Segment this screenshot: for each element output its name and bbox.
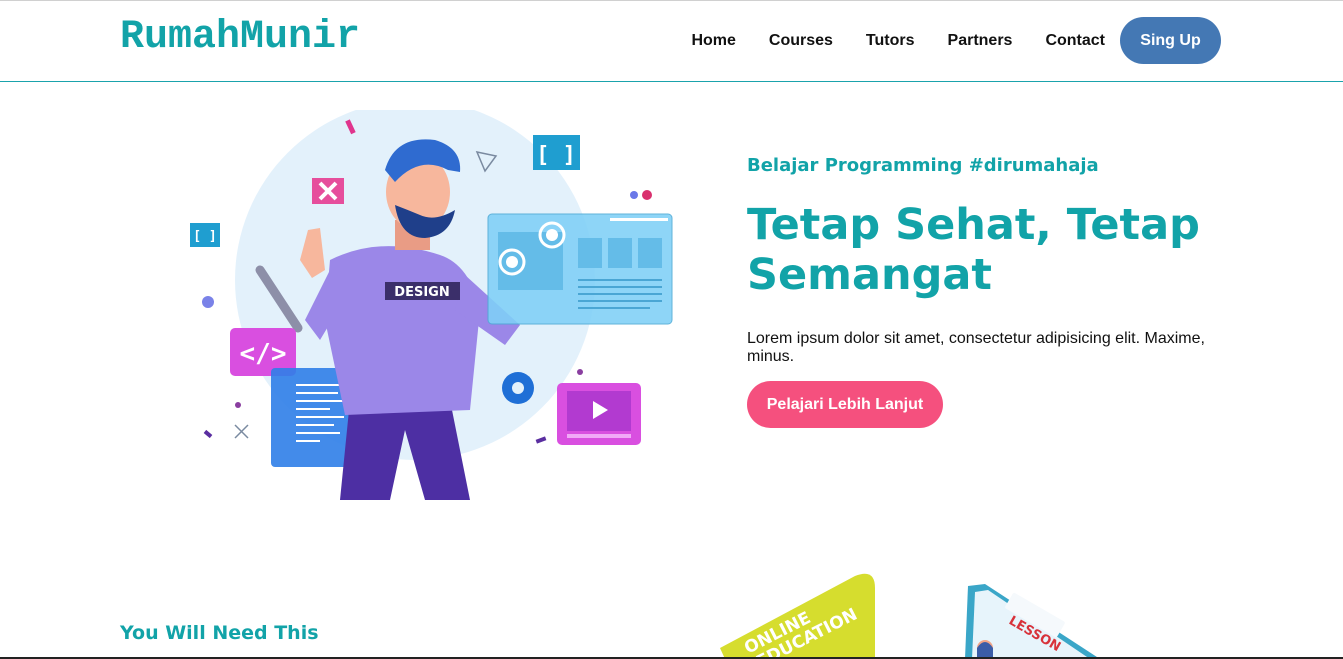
svg-text:</>: </> bbox=[240, 339, 287, 369]
svg-text:[ ]: [ ] bbox=[193, 229, 216, 244]
nav-courses[interactable]: Courses bbox=[769, 32, 833, 50]
section-heading: You Will Need This bbox=[120, 622, 319, 644]
nav-contact[interactable]: Contact bbox=[1045, 32, 1105, 50]
learn-more-button[interactable]: Pelajari Lebih Lanjut bbox=[747, 381, 943, 428]
hero-subtitle: Belajar Programming #dirumahaja bbox=[747, 155, 1099, 176]
site-header: RumahMunir Home Courses Tutors Partners … bbox=[0, 1, 1343, 82]
site-logo[interactable]: RumahMunir bbox=[120, 15, 360, 60]
hero-illustration: [ ] [ ] </> DESIGN bbox=[190, 110, 673, 500]
design-badge-text: DESIGN bbox=[394, 285, 449, 300]
nav-home[interactable]: Home bbox=[691, 32, 735, 50]
section-illustration: ONLINE EDUCATION LESSON bbox=[720, 573, 1100, 659]
hero-title: Tetap Sehat, Tetap Semangat bbox=[747, 200, 1200, 300]
main-nav: Home Courses Tutors Partners Contact Sin… bbox=[691, 17, 1221, 64]
hero-description: Lorem ipsum dolor sit amet, consectetur … bbox=[747, 330, 1205, 365]
signup-button[interactable]: Sing Up bbox=[1120, 17, 1221, 64]
nav-tutors[interactable]: Tutors bbox=[866, 32, 915, 50]
nav-partners[interactable]: Partners bbox=[948, 32, 1013, 50]
svg-text:[ ]: [ ] bbox=[536, 143, 576, 168]
